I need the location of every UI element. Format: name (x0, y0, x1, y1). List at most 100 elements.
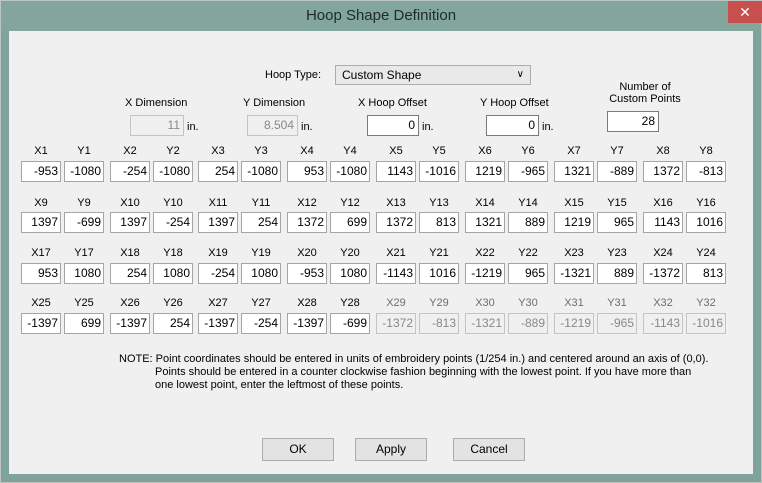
x-field-2[interactable]: -254 (110, 161, 150, 182)
y-field-14[interactable]: 889 (508, 212, 548, 233)
y-field-26[interactable]: 254 (153, 313, 193, 334)
x-field-15[interactable]: 1219 (554, 212, 594, 233)
x-field-31: -1219 (554, 313, 594, 334)
dialog-body: Hoop Type: Custom Shape ∨ Number of Cust… (9, 31, 753, 474)
dialog-window: Hoop Shape Definition ✕ Hoop Type: Custo… (0, 0, 762, 483)
y-label-7: Y7 (610, 145, 624, 157)
x-field-14[interactable]: 1321 (465, 212, 505, 233)
y-field-4[interactable]: -1080 (330, 161, 370, 182)
y-field-25[interactable]: 699 (64, 313, 104, 334)
x-field-28[interactable]: -1397 (287, 313, 327, 334)
x-field-3[interactable]: 254 (198, 161, 238, 182)
y-hoop-offset-field[interactable]: 0 (486, 115, 539, 136)
y-label-29: Y29 (429, 297, 449, 309)
y-label-9: Y9 (77, 197, 91, 209)
y-label-12: Y12 (340, 197, 360, 209)
y-label-31: Y31 (607, 297, 627, 309)
x-dimension-unit: in. (187, 121, 199, 133)
y-field-18[interactable]: 1080 (153, 263, 193, 284)
x-field-4[interactable]: 953 (287, 161, 327, 182)
x-field-5[interactable]: 1143 (376, 161, 416, 182)
x-field-18[interactable]: 254 (110, 263, 150, 284)
x-field-32: -1143 (643, 313, 683, 334)
y-field-16[interactable]: 1016 (686, 212, 726, 233)
x-field-12[interactable]: 1372 (287, 212, 327, 233)
y-field-7[interactable]: -889 (597, 161, 637, 182)
y-field-1[interactable]: -1080 (64, 161, 104, 182)
close-button[interactable]: ✕ (728, 1, 762, 23)
x-field-25[interactable]: -1397 (21, 313, 61, 334)
y-field-5[interactable]: -1016 (419, 161, 459, 182)
x-label-28: X28 (297, 297, 317, 309)
y-field-30: -889 (508, 313, 548, 334)
x-label-7: X7 (567, 145, 581, 157)
chevron-down-icon: ∨ (516, 69, 524, 80)
x-field-8[interactable]: 1372 (643, 161, 683, 182)
y-label-5: Y5 (432, 145, 446, 157)
x-field-7[interactable]: 1321 (554, 161, 594, 182)
y-field-13[interactable]: 813 (419, 212, 459, 233)
x-label-2: X2 (123, 145, 137, 157)
hoop-type-select[interactable]: Custom Shape ∨ (335, 65, 531, 85)
y-field-28[interactable]: -699 (330, 313, 370, 334)
x-field-9[interactable]: 1397 (21, 212, 61, 233)
x-field-21[interactable]: -1143 (376, 263, 416, 284)
x-label-23: X23 (564, 247, 584, 259)
x-field-10[interactable]: 1397 (110, 212, 150, 233)
x-field-22[interactable]: -1219 (465, 263, 505, 284)
y-label-19: Y19 (251, 247, 271, 259)
y-field-23[interactable]: 889 (597, 263, 637, 284)
y-field-8[interactable]: -813 (686, 161, 726, 182)
x-field-11[interactable]: 1397 (198, 212, 238, 233)
y-field-10[interactable]: -254 (153, 212, 193, 233)
x-label-25: X25 (31, 297, 51, 309)
y-field-6[interactable]: -965 (508, 161, 548, 182)
x-field-6[interactable]: 1219 (465, 161, 505, 182)
y-field-3[interactable]: -1080 (241, 161, 281, 182)
x-field-16[interactable]: 1143 (643, 212, 683, 233)
y-label-14: Y14 (518, 197, 538, 209)
title-bar[interactable]: Hoop Shape Definition ✕ (1, 1, 762, 31)
y-label-21: Y21 (429, 247, 449, 259)
y-label-4: Y4 (343, 145, 357, 157)
y-field-20[interactable]: 1080 (330, 263, 370, 284)
apply-button[interactable]: Apply (355, 438, 427, 461)
y-field-21[interactable]: 1016 (419, 263, 459, 284)
x-field-17[interactable]: 953 (21, 263, 61, 284)
x-label-18: X18 (120, 247, 140, 259)
y-label-25: Y25 (74, 297, 94, 309)
y-label-2: Y2 (166, 145, 180, 157)
x-hoop-offset-field[interactable]: 0 (367, 115, 419, 136)
x-field-1[interactable]: -953 (21, 161, 61, 182)
x-field-30: -1321 (465, 313, 505, 334)
y-field-17[interactable]: 1080 (64, 263, 104, 284)
y-label-18: Y18 (163, 247, 183, 259)
cancel-button[interactable]: Cancel (453, 438, 525, 461)
y-field-12[interactable]: 699 (330, 212, 370, 233)
num-points-field[interactable]: 28 (607, 111, 659, 132)
y-field-15[interactable]: 965 (597, 212, 637, 233)
x-field-27[interactable]: -1397 (198, 313, 238, 334)
x-field-13[interactable]: 1372 (376, 212, 416, 233)
x-field-26[interactable]: -1397 (110, 313, 150, 334)
x-field-20[interactable]: -953 (287, 263, 327, 284)
ok-button[interactable]: OK (262, 438, 334, 461)
y-dimension-field: 8.504 (247, 115, 298, 136)
note-line-2: Points should be entered in a counter cl… (155, 366, 692, 378)
num-points-label-2: Custom Points (609, 93, 681, 105)
x-field-23[interactable]: -1321 (554, 263, 594, 284)
y-field-24[interactable]: 813 (686, 263, 726, 284)
x-label-12: X12 (297, 197, 317, 209)
y-field-11[interactable]: 254 (241, 212, 281, 233)
y-field-27[interactable]: -254 (241, 313, 281, 334)
y-field-22[interactable]: 965 (508, 263, 548, 284)
x-label-19: X19 (208, 247, 228, 259)
x-label-24: X24 (653, 247, 673, 259)
y-field-9[interactable]: -699 (64, 212, 104, 233)
x-field-24[interactable]: -1372 (643, 263, 683, 284)
x-field-19[interactable]: -254 (198, 263, 238, 284)
y-label-32: Y32 (696, 297, 716, 309)
y-field-2[interactable]: -1080 (153, 161, 193, 182)
y-label-8: Y8 (699, 145, 713, 157)
y-field-19[interactable]: 1080 (241, 263, 281, 284)
